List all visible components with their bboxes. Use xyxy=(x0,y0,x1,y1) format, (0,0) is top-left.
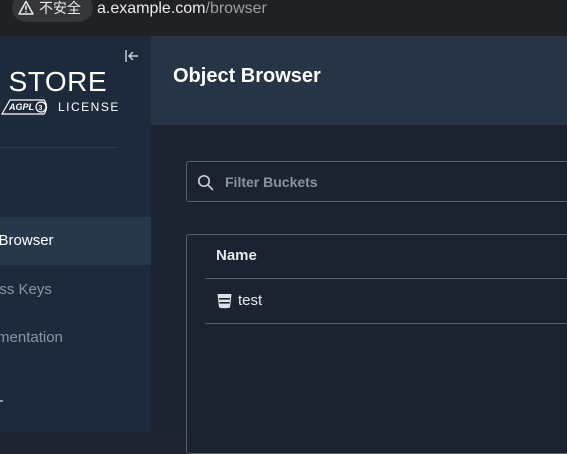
page-title: Object Browser xyxy=(173,65,321,88)
browser-address-bar: 不安全 a.example.com/browser xyxy=(0,0,567,36)
sidebar-divider xyxy=(0,147,117,148)
sidebar-item-object-browser[interactable]: Object Browser xyxy=(0,217,151,265)
search-icon xyxy=(197,174,214,191)
url-host: a.example.com xyxy=(97,0,206,17)
brand-title-light: STORE xyxy=(0,66,107,97)
sidebar-item-label: Object Browser xyxy=(0,217,54,265)
brand-title: CT STORE xyxy=(0,66,107,98)
column-header-name[interactable]: Name xyxy=(216,247,257,264)
security-label: 不安全 xyxy=(39,0,81,22)
url-path: /browser xyxy=(206,0,267,17)
collapse-left-icon[interactable] xyxy=(123,47,141,65)
bucket-icon xyxy=(216,292,233,309)
license-label: LICENSE xyxy=(58,100,120,114)
table-row[interactable]: test xyxy=(205,279,567,323)
main-content: Object Browser Name test xyxy=(151,36,567,432)
sidebar-partial-item xyxy=(0,400,3,402)
bucket-name: test xyxy=(238,279,262,323)
sidebar-item-label: Documentation xyxy=(0,314,63,362)
sidebar-item-access-keys[interactable]: Access Keys xyxy=(0,266,151,314)
agpl-v3-logo: AGPL 3 xyxy=(0,97,50,117)
filter-buckets-field[interactable] xyxy=(186,161,567,202)
table-row-divider xyxy=(205,323,567,324)
sidebar-item-label: Access Keys xyxy=(0,266,52,314)
filter-buckets-input[interactable] xyxy=(225,162,565,201)
url-text[interactable]: a.example.com/browser xyxy=(97,0,267,21)
sidebar: CT STORE AGPL 3 LICENSE Object Browser A… xyxy=(0,36,151,432)
svg-text:AGPL: AGPL xyxy=(8,102,34,112)
sidebar-item-documentation[interactable]: Documentation xyxy=(0,314,151,362)
page-header: Object Browser xyxy=(151,36,567,125)
security-indicator[interactable]: 不安全 xyxy=(12,0,93,22)
warning-triangle-icon xyxy=(18,0,34,16)
svg-text:3: 3 xyxy=(39,105,43,112)
buckets-table: Name test xyxy=(186,234,567,454)
